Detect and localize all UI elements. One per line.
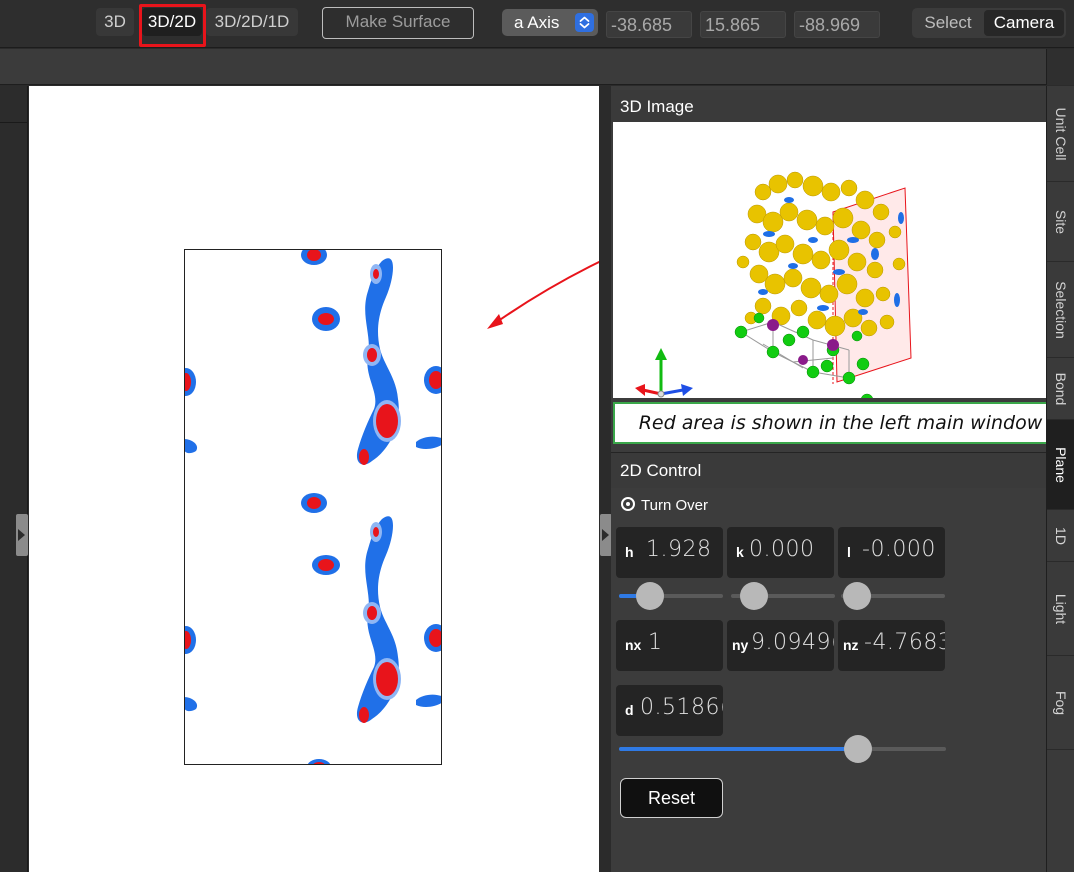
turn-over-label: Turn Over — [641, 497, 708, 514]
tab-bond[interactable]: Bond — [1047, 358, 1074, 420]
ny-value: 9.0949( — [751, 630, 834, 655]
tab-1d[interactable]: 1D — [1047, 510, 1074, 562]
k-field[interactable]: k 0.000 — [727, 527, 834, 578]
tab-unit-cell[interactable]: Unit Cell — [1047, 86, 1074, 182]
l-label: l — [847, 544, 851, 560]
tab-light[interactable]: Light — [1047, 562, 1074, 656]
main-2d-view[interactable] — [29, 86, 850, 872]
tab-site[interactable]: Site — [1047, 182, 1074, 262]
slider-fill — [619, 747, 858, 751]
secondary-toolbar-corner — [1046, 49, 1074, 85]
h-label: h — [625, 544, 634, 560]
slider-knob[interactable] — [636, 582, 665, 610]
l-slider[interactable] — [841, 581, 945, 611]
k-value: 0.000 — [749, 537, 815, 562]
panel-title-2d-control: 2D Control — [611, 452, 1046, 488]
reset-button[interactable]: Reset — [620, 778, 723, 818]
coord-x-field[interactable]: -38.685 — [606, 11, 692, 38]
d-field[interactable]: d 0.5186( — [616, 685, 723, 736]
3d-structure-view[interactable] — [613, 122, 1046, 398]
tab-label: Selection — [1053, 280, 1069, 339]
h-slider[interactable] — [619, 581, 723, 611]
contour-blobs-bottom — [184, 493, 442, 765]
contour-blobs-top — [184, 249, 442, 465]
tab-label: Bond — [1053, 372, 1069, 405]
tab-label: 1D — [1053, 526, 1069, 545]
nx-label: nx — [625, 637, 642, 653]
secondary-toolbar — [0, 49, 1074, 85]
ny-label: ny — [732, 637, 749, 653]
nx-field[interactable]: nx 1 — [616, 620, 723, 671]
d-value: 0.5186( — [640, 695, 723, 720]
ny-field[interactable]: ny 9.0949( — [727, 620, 834, 671]
axis-select-value: a Axis — [514, 13, 560, 32]
panel-title-3d-image: 3D Image — [611, 90, 1046, 124]
l-field[interactable]: l -0.000 — [838, 527, 945, 578]
tab-label: Plane — [1053, 446, 1069, 483]
tab-label: Site — [1053, 209, 1069, 234]
radio-icon — [621, 497, 635, 511]
coord-z-field[interactable]: -88.969 — [794, 11, 880, 38]
contour-slice-plot — [184, 249, 442, 765]
left-panel-toggle-handle[interactable] — [16, 514, 28, 556]
k-slider[interactable] — [731, 581, 835, 611]
slider-knob[interactable] — [842, 582, 871, 610]
mode-3d2d1d-button[interactable]: 3D/2D/1D — [206, 8, 298, 36]
mode-3d-button[interactable]: 3D — [96, 8, 134, 36]
annotation-callout: Red area is shown in the left main windo… — [613, 402, 1068, 444]
axis-select[interactable]: a Axis — [502, 9, 598, 36]
select-camera-segmented: Select Camera — [912, 8, 1066, 38]
highlight-box — [139, 4, 206, 47]
camera-mode-button[interactable]: Camera — [984, 10, 1064, 36]
make-surface-button[interactable]: Make Surface — [322, 7, 474, 39]
panel-divider[interactable] — [599, 86, 611, 872]
3d-structure-render — [635, 171, 912, 398]
chevron-updown-icon — [575, 13, 594, 32]
left-sidebar-collapsed — [0, 86, 28, 872]
l-value: -0.000 — [862, 537, 936, 562]
nz-label: nz — [843, 637, 859, 653]
divider — [0, 122, 28, 123]
side-tab-bar: Unit Cell Site Selection Bond Plane 1D L… — [1046, 86, 1074, 872]
app-window: 3D 3D/2D 3D/2D/1D Make Surface a Axis -3… — [0, 0, 1074, 872]
coord-y-field[interactable]: 15.865 — [700, 11, 786, 38]
d-slider[interactable] — [619, 734, 946, 764]
tab-label: Unit Cell — [1053, 107, 1069, 160]
nx-value: 1 — [648, 630, 663, 655]
k-label: k — [736, 544, 744, 560]
tab-selection[interactable]: Selection — [1047, 262, 1074, 358]
nz-value: -4.7683 — [864, 630, 945, 655]
axis-triad-icon — [635, 348, 693, 398]
tab-plane[interactable]: Plane — [1047, 420, 1074, 510]
annotation-arrow — [487, 206, 850, 329]
toolbar: 3D 3D/2D 3D/2D/1D Make Surface a Axis -3… — [0, 0, 1074, 48]
d-label: d — [625, 702, 634, 718]
nz-field[interactable]: nz -4.7683 — [838, 620, 945, 671]
turn-over-radio[interactable]: Turn Over — [621, 496, 708, 516]
slider-knob[interactable] — [843, 735, 872, 763]
select-mode-button[interactable]: Select — [912, 8, 984, 38]
slider-knob[interactable] — [739, 582, 768, 610]
tab-fog[interactable]: Fog — [1047, 656, 1074, 750]
h-field[interactable]: h 1.928 — [616, 527, 723, 578]
h-value: 1.928 — [646, 537, 712, 562]
right-panel: 3D Image Red area is shown in the left m… — [611, 86, 1068, 872]
tab-label: Fog — [1053, 690, 1069, 715]
tab-label: Light — [1053, 593, 1069, 624]
